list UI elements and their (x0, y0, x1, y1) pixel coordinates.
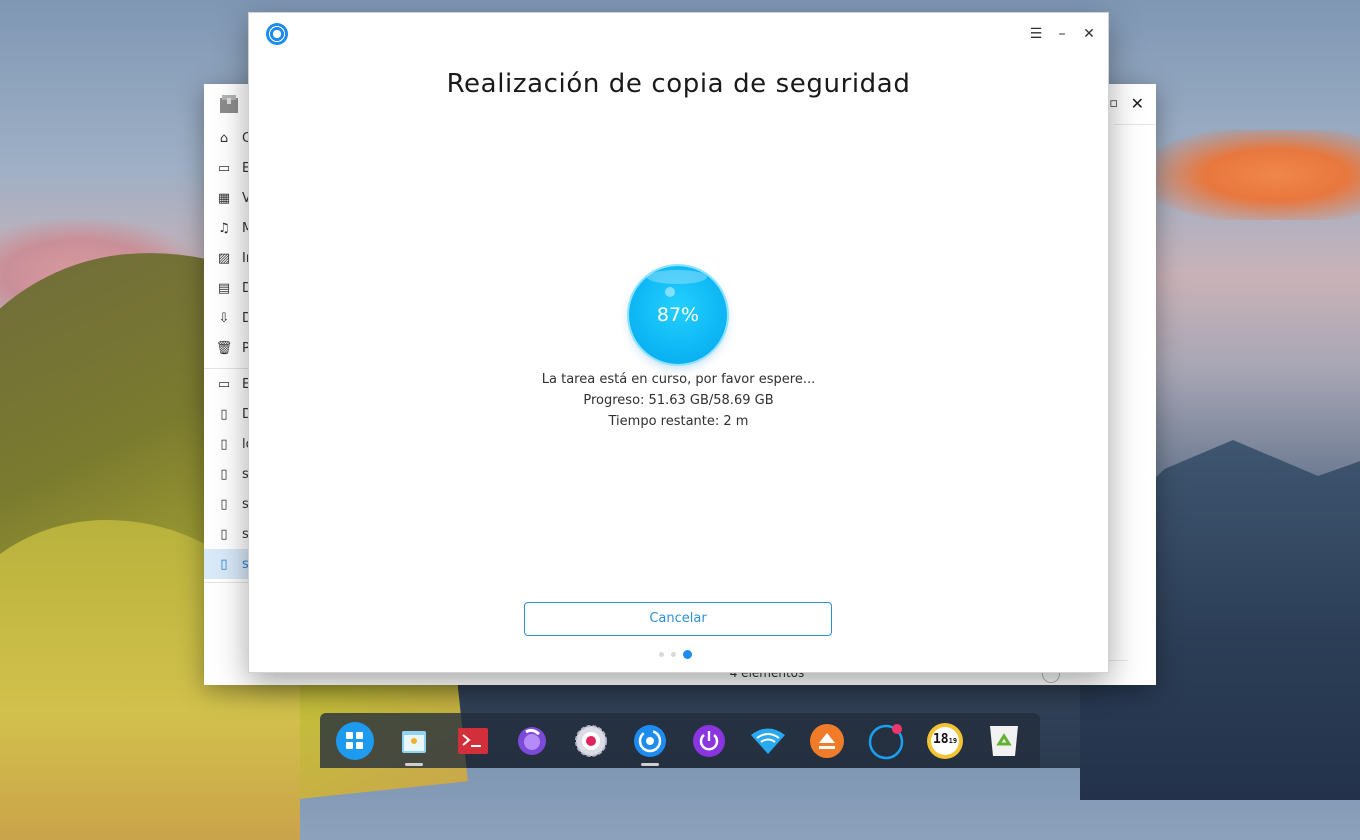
page-dot (671, 651, 676, 657)
running-indicator (641, 763, 659, 766)
clock-time-text: 1819 (932, 732, 958, 747)
disk-icon: ▯ (220, 406, 228, 422)
disk-icon: ▯ (220, 556, 228, 572)
page-dot-active (683, 649, 692, 659)
terminal-icon (458, 728, 488, 754)
music-icon: ♫ (218, 220, 230, 236)
power-icon (692, 724, 726, 758)
time-remaining-text: Tiempo restante: 2 m (608, 414, 749, 429)
minimize-icon[interactable]: – (1052, 25, 1072, 43)
dock-item-launcher[interactable] (336, 722, 374, 760)
dock: 1819 (320, 713, 1040, 768)
document-icon: ▤ (217, 280, 231, 296)
dock-item-notifications[interactable] (867, 722, 905, 760)
dock-item-browser[interactable] (513, 722, 551, 760)
wifi-icon (749, 726, 787, 756)
disk-icon: ▯ (220, 496, 228, 512)
progress-shine (647, 270, 707, 284)
dock-item-terminal[interactable] (454, 722, 492, 760)
dock-item-trash[interactable] (985, 722, 1023, 760)
launcher-icon (344, 730, 366, 752)
cancel-button[interactable]: Cancelar (524, 602, 832, 636)
image-icon: ▨ (217, 250, 231, 266)
notification-icon (866, 721, 906, 761)
hamburger-menu-icon[interactable]: ☰ (1026, 25, 1046, 43)
backup-icon (633, 724, 667, 758)
settings-icon (574, 724, 608, 758)
desktop-icon: ▭ (217, 160, 231, 176)
dock-item-eject[interactable] (808, 722, 846, 760)
home-icon: ⌂ (219, 130, 229, 146)
computer-icon: ▭ (217, 376, 231, 392)
dock-item-settings[interactable] (572, 722, 610, 760)
trash-icon: 🗑 (215, 340, 233, 356)
clock-minute-text: 19 (948, 737, 958, 745)
disk-icon: ▯ (220, 526, 228, 542)
dock-item-backup[interactable] (631, 722, 669, 760)
browser-icon (517, 726, 547, 756)
status-block: La tarea está en curso, por favor espere… (249, 369, 1108, 432)
maximize-icon[interactable]: ▫ (1109, 96, 1118, 111)
backup-dialog: ☰ – ✕ Realización de copia de seguridad … (248, 12, 1109, 673)
progress-percent-label: 87% (656, 304, 700, 326)
progress-indicator: 87% (629, 266, 727, 364)
dock-item-network[interactable] (749, 722, 787, 760)
disk-icon: ▯ (220, 466, 228, 482)
clock-icon: 1819 (926, 722, 964, 760)
dock-item-shutdown[interactable] (690, 722, 728, 760)
page-indicator (659, 649, 692, 659)
progress-bubble (665, 287, 675, 297)
divider (1114, 124, 1156, 125)
running-indicator (405, 763, 423, 766)
close-icon[interactable]: ✕ (1079, 25, 1099, 43)
folder-icon (400, 727, 428, 755)
video-icon: ▦ (217, 190, 231, 206)
wallpaper-cloud (1150, 130, 1360, 220)
status-text: La tarea está en curso, por favor espere… (541, 372, 816, 387)
disk-icon: ▯ (220, 436, 228, 452)
page-dot (659, 651, 664, 657)
trash-icon (986, 724, 1022, 758)
dock-item-file-manager[interactable] (395, 722, 433, 760)
eject-icon (809, 723, 845, 759)
dock-item-clock[interactable]: 1819 (926, 722, 964, 760)
close-icon[interactable]: ✕ (1131, 94, 1144, 113)
page-title: Realización de copia de seguridad (446, 69, 911, 99)
progress-text: Progreso: 51.63 GB/58.69 GB (583, 393, 774, 408)
backup-logo-icon (266, 23, 288, 45)
file-manager-logo-icon (220, 95, 238, 113)
download-icon: ⇩ (218, 310, 230, 326)
